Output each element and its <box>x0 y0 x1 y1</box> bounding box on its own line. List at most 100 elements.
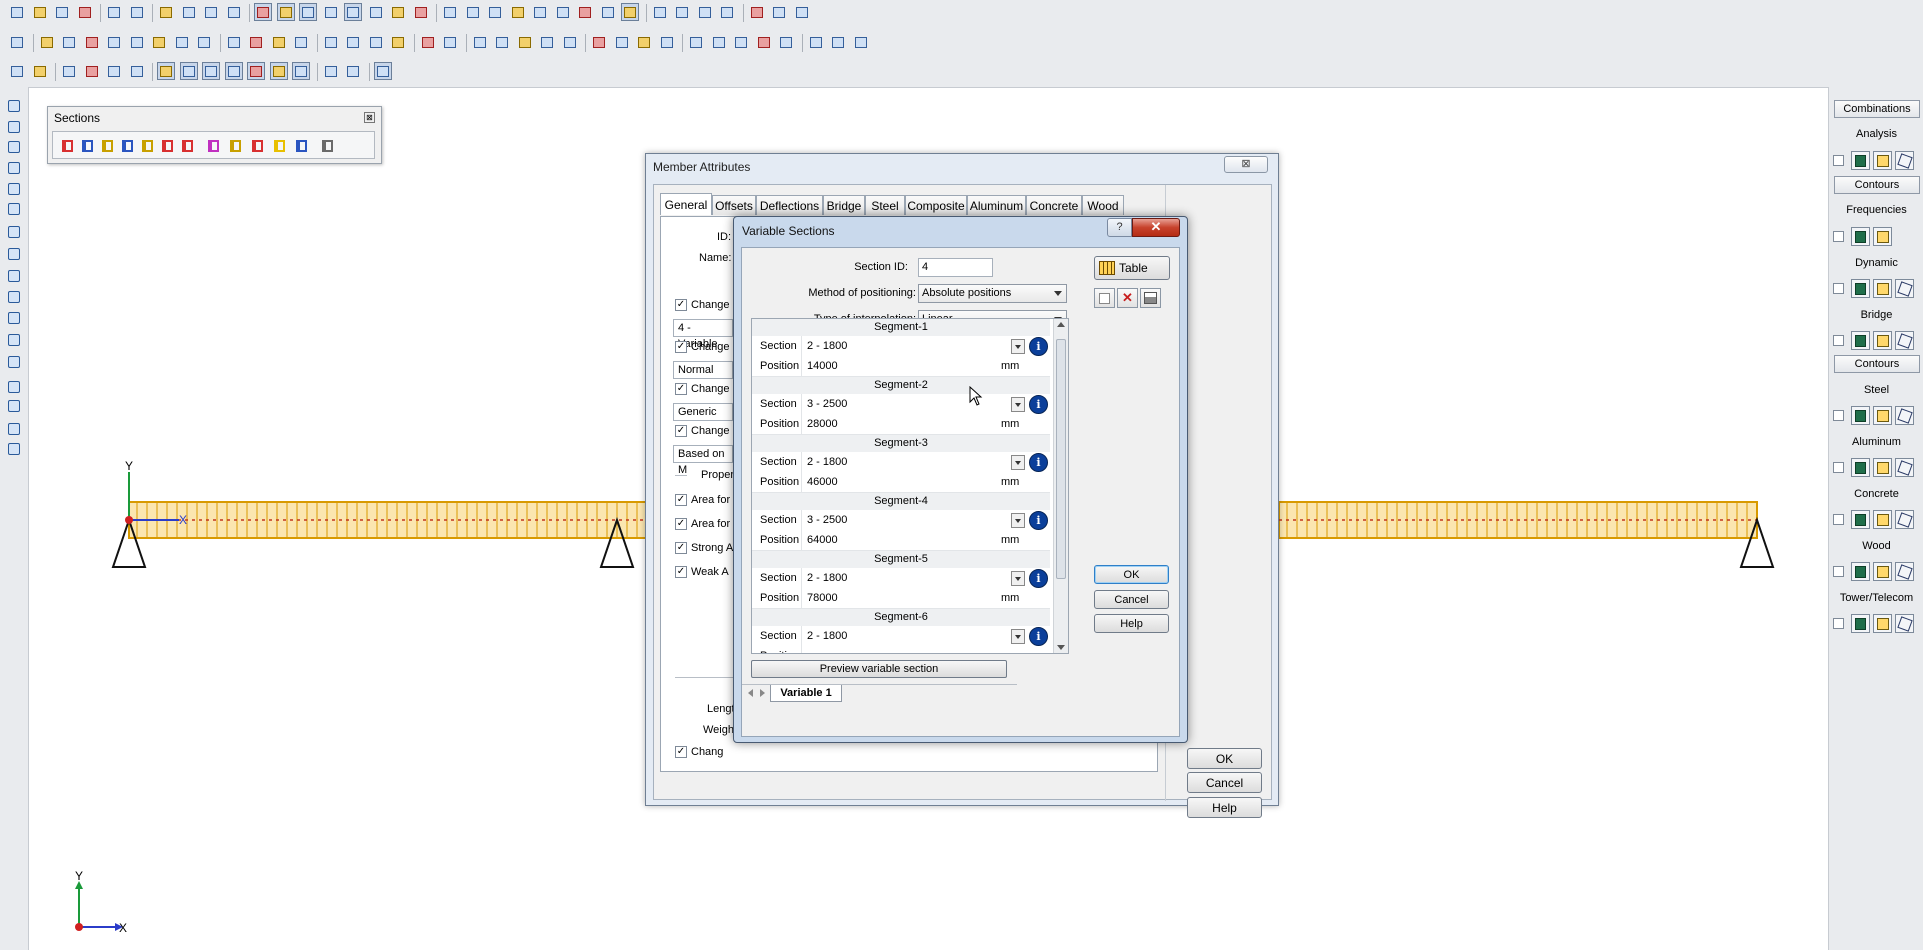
result-checkbox[interactable] <box>1833 462 1844 473</box>
segments-scrollbar[interactable] <box>1053 319 1068 653</box>
toolbar-tool-icon[interactable] <box>195 33 213 51</box>
combinations-button[interactable]: Combinations <box>1834 100 1920 118</box>
toolbar-tool-icon[interactable] <box>493 33 511 51</box>
beam-member-right[interactable] <box>1278 501 1758 539</box>
tab-steel[interactable]: Steel <box>865 195 905 215</box>
toolbar-tool-icon[interactable] <box>509 3 527 21</box>
toolbar-tool-icon[interactable] <box>179 62 198 80</box>
toolbar-tool-icon[interactable] <box>531 3 549 21</box>
toolbar-tool-icon[interactable] <box>173 33 191 51</box>
result-report-icon[interactable] <box>1873 458 1892 477</box>
section-shape-icon[interactable] <box>271 137 288 154</box>
section-shape-icon[interactable] <box>227 137 244 154</box>
change-material-checkbox[interactable]: ✓ <box>675 383 687 395</box>
toolbar-tool-icon[interactable] <box>635 33 653 51</box>
result-table-icon[interactable] <box>1851 614 1870 633</box>
material-combo[interactable]: Generic <box>673 403 733 421</box>
result-report-icon[interactable] <box>1873 614 1892 633</box>
position-value[interactable]: 78000 <box>804 588 994 608</box>
toolbar-tool-icon[interactable] <box>269 62 288 80</box>
section-shape-icon[interactable] <box>319 137 336 154</box>
position-value[interactable]: 46000 <box>804 472 994 492</box>
segment-section-row[interactable]: Section 2 - 1800 i <box>752 336 1050 357</box>
variable-sections-close-icon[interactable]: ✕ <box>1132 218 1180 237</box>
result-tool-icon[interactable] <box>1895 406 1914 425</box>
result-report-icon[interactable] <box>1873 279 1892 298</box>
result-checkbox[interactable] <box>1833 618 1844 629</box>
toolbar-tool-icon[interactable] <box>658 33 676 51</box>
toolbar-tool-icon[interactable] <box>732 33 750 51</box>
result-table-icon[interactable] <box>1851 406 1870 425</box>
weak-axis-checkbox[interactable]: ✓ <box>675 566 687 578</box>
chevron-down-icon[interactable] <box>1011 571 1025 586</box>
tab-aluminum[interactable]: Aluminum <box>967 195 1026 215</box>
sheet-prev-icon[interactable] <box>748 689 753 697</box>
toolbar-tool-icon[interactable] <box>538 33 556 51</box>
section-value[interactable]: 3 - 2500 <box>804 510 994 530</box>
chevron-down-icon[interactable] <box>1011 513 1025 528</box>
toolbar-tool-icon[interactable] <box>76 3 94 21</box>
info-icon[interactable]: i <box>1029 511 1048 530</box>
member-ok-button[interactable]: OK <box>1187 748 1262 769</box>
toolbar-tool-icon[interactable] <box>150 33 168 51</box>
toolbar-tool-icon[interactable] <box>60 33 78 51</box>
toolbar-tool-icon[interactable] <box>270 33 288 51</box>
beam-member-left[interactable] <box>128 501 675 539</box>
segment-section-row[interactable]: Section 3 - 2500 i <box>752 394 1050 415</box>
section-shape-icon[interactable] <box>293 137 310 154</box>
toolbar-tool-icon[interactable] <box>576 3 594 21</box>
toolbar-tool-icon[interactable] <box>247 62 265 80</box>
toolbar-tool-icon[interactable] <box>486 3 504 21</box>
preview-variable-section-button[interactable]: Preview variable section <box>751 660 1007 678</box>
result-report-icon[interactable] <box>1873 227 1892 246</box>
member-cancel-button[interactable]: Cancel <box>1187 772 1262 793</box>
toolbar-tool-icon[interactable] <box>225 33 243 51</box>
variable-sections-help-icon[interactable]: ? <box>1107 218 1132 237</box>
position-value[interactable]: 14000 <box>804 356 994 376</box>
position-value[interactable] <box>804 646 994 653</box>
area-for-1-checkbox[interactable]: ✓ <box>675 494 687 506</box>
toolbar-tool-icon[interactable] <box>38 33 56 51</box>
toolbar-tool-icon[interactable] <box>673 3 691 21</box>
change-section-checkbox[interactable]: ✓ <box>675 299 687 311</box>
result-report-icon[interactable] <box>1873 510 1892 529</box>
strong-axis-checkbox[interactable]: ✓ <box>675 542 687 554</box>
section-value[interactable]: 2 - 1800 <box>804 626 994 646</box>
toolbar-tool-icon[interactable] <box>471 33 489 51</box>
section-shape-icon[interactable] <box>159 137 176 154</box>
tab-wood[interactable]: Wood <box>1082 195 1124 215</box>
segment-position-row[interactable]: Position 46000 mm <box>752 472 1050 493</box>
toolbar-tool-icon[interactable] <box>344 62 362 80</box>
toolbar-tool-icon[interactable] <box>202 62 220 80</box>
toolbar-tool-icon[interactable] <box>344 3 362 21</box>
result-table-icon[interactable] <box>1851 510 1870 529</box>
section-combo[interactable]: 4 - Variable <box>673 319 733 350</box>
tab-bridge[interactable]: Bridge <box>823 195 865 215</box>
toolbar-tool-icon[interactable] <box>441 33 459 51</box>
result-checkbox[interactable] <box>1833 231 1844 242</box>
toolbar-tool-icon[interactable] <box>651 3 669 21</box>
toolbar-tool-icon[interactable] <box>322 62 340 80</box>
toolbar-tool-icon[interactable] <box>83 62 101 80</box>
result-report-icon[interactable] <box>1873 331 1892 350</box>
toolbar-tool-icon[interactable] <box>299 3 317 21</box>
result-table-icon[interactable] <box>1851 227 1870 246</box>
toolbar-tool-icon[interactable] <box>202 3 220 21</box>
result-table-icon[interactable] <box>1851 331 1870 350</box>
result-report-icon[interactable] <box>1873 151 1892 170</box>
toolbar-tool-icon[interactable] <box>157 62 175 80</box>
section-shape-icon[interactable] <box>79 137 96 154</box>
toolbar-tool-icon[interactable] <box>83 33 101 51</box>
view-tool-icon[interactable] <box>5 267 23 285</box>
toolbar-tool-icon[interactable] <box>464 3 482 21</box>
toolbar-tool-icon[interactable] <box>292 62 310 80</box>
view-tool-icon[interactable] <box>5 97 23 115</box>
result-tool-icon[interactable] <box>1895 614 1914 633</box>
toolbar-tool-icon[interactable] <box>590 33 608 51</box>
sections-palette-close-icon[interactable]: ⊠ <box>364 112 375 123</box>
variable-help-button[interactable]: Help <box>1094 614 1169 633</box>
toolbar-tool-icon[interactable] <box>852 33 870 51</box>
view-tool-icon[interactable] <box>5 309 23 327</box>
toolbar-tool-icon[interactable] <box>777 33 795 51</box>
toolbar-tool-icon[interactable] <box>292 33 310 51</box>
